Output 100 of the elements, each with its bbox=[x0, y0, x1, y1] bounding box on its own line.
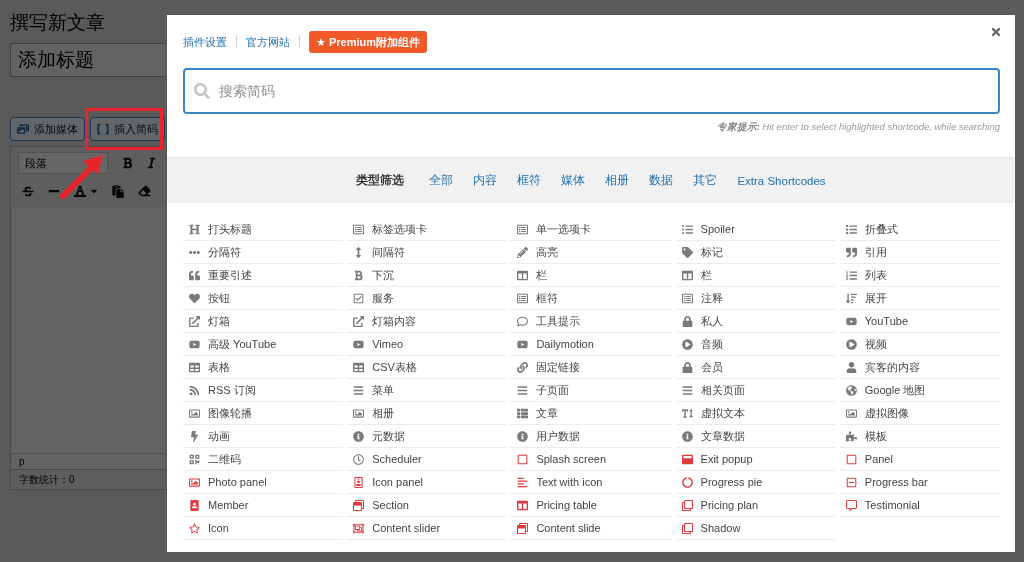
shortcode-item[interactable]: Content slider bbox=[347, 517, 508, 540]
shortcode-item[interactable]: 服务 bbox=[347, 287, 508, 310]
list-box-icon bbox=[517, 223, 529, 235]
shortcode-item[interactable]: 二维码 bbox=[183, 448, 344, 471]
header-link[interactable]: 插件设置 bbox=[183, 34, 227, 50]
shortcode-item[interactable]: 栏 bbox=[511, 264, 672, 287]
shortcode-item[interactable]: 元数据 bbox=[347, 425, 508, 448]
shortcode-item[interactable]: 灯箱内容 bbox=[347, 310, 508, 333]
shortcode-item[interactable]: 视频 bbox=[839, 333, 1000, 356]
shortcode-item[interactable]: 标签选项卡 bbox=[347, 218, 508, 241]
filter-link[interactable]: 全部 bbox=[429, 173, 454, 188]
shortcode-item[interactable]: 间隔符 bbox=[347, 241, 508, 264]
shortcode-item[interactable]: 灯箱 bbox=[183, 310, 344, 333]
shortcode-item[interactable]: Exit popup bbox=[675, 448, 836, 471]
text-color-icon[interactable] bbox=[74, 185, 86, 197]
shortcode-item[interactable]: Progress pie bbox=[675, 471, 836, 494]
shortcode-item[interactable]: Section bbox=[347, 494, 508, 517]
filter-link[interactable]: 内容 bbox=[473, 173, 498, 188]
shortcode-item[interactable]: 会员 bbox=[675, 356, 836, 379]
shortcode-item[interactable]: Panel bbox=[839, 448, 1000, 471]
image-icon bbox=[845, 407, 857, 419]
shortcode-item[interactable]: Icon panel bbox=[347, 471, 508, 494]
close-button[interactable] bbox=[990, 26, 1002, 38]
text-size-icon bbox=[681, 407, 693, 419]
word-count: 字数统计：0 bbox=[10, 470, 165, 490]
shortcode-item[interactable]: 菜单 bbox=[347, 379, 508, 402]
shortcode-item[interactable]: 音频 bbox=[675, 333, 836, 356]
shortcode-item[interactable]: 文章数据 bbox=[675, 425, 836, 448]
play-button-icon bbox=[845, 315, 857, 327]
shortcode-item[interactable]: 按钮 bbox=[183, 287, 344, 310]
id-badge-icon bbox=[353, 476, 365, 488]
filter-link[interactable]: 其它 bbox=[693, 173, 718, 188]
shortcode-item[interactable]: 相册 bbox=[347, 402, 508, 425]
shortcode-item[interactable]: CSV表格 bbox=[347, 356, 508, 379]
shortcode-item[interactable]: 模板 bbox=[839, 425, 1000, 448]
shortcode-item[interactable]: Progress bar bbox=[839, 471, 1000, 494]
shortcode-item[interactable]: 虚拟图像 bbox=[839, 402, 1000, 425]
shortcode-item[interactable]: 私人 bbox=[675, 310, 836, 333]
shortcode-item[interactable]: Google 地图 bbox=[839, 379, 1000, 402]
table-icon bbox=[353, 361, 365, 373]
shortcode-item[interactable]: Icon bbox=[183, 517, 344, 540]
strikethrough-icon[interactable] bbox=[22, 185, 34, 197]
shortcode-item[interactable]: 固定链接 bbox=[511, 356, 672, 379]
filter-link[interactable]: 媒体 bbox=[561, 173, 586, 188]
shortcode-item[interactable]: Photo panel bbox=[183, 471, 344, 494]
shortcode-item[interactable]: 重要引述 bbox=[183, 264, 344, 287]
shortcode-item[interactable]: 单一选项卡 bbox=[511, 218, 672, 241]
shortcode-item[interactable]: Text with icon bbox=[511, 471, 672, 494]
shortcode-item[interactable]: 展开 bbox=[839, 287, 1000, 310]
window-icon bbox=[681, 453, 693, 465]
list-icon bbox=[845, 223, 857, 235]
shortcode-item[interactable]: 分隔符 bbox=[183, 241, 344, 264]
filter-link[interactable]: Extra Shortcodes bbox=[737, 174, 826, 187]
header-link[interactable]: 官方网站 bbox=[246, 34, 290, 50]
shortcode-item[interactable]: Pricing plan bbox=[675, 494, 836, 517]
shortcode-item[interactable]: YouTube bbox=[839, 310, 1000, 333]
shortcode-item[interactable]: Content slide bbox=[511, 517, 672, 540]
bold-icon[interactable] bbox=[122, 157, 133, 169]
shortcode-item[interactable]: RSS 订阅 bbox=[183, 379, 344, 402]
shortcode-item[interactable]: Scheduler bbox=[347, 448, 508, 471]
numbered-list-icon bbox=[845, 269, 857, 281]
filter-link[interactable]: 数据 bbox=[649, 173, 674, 188]
shortcode-item[interactable]: Vimeo bbox=[347, 333, 508, 356]
filter-link[interactable]: 相册 bbox=[605, 173, 630, 188]
shortcode-item[interactable]: 表格 bbox=[183, 356, 344, 379]
shortcode-item[interactable]: Pricing table bbox=[511, 494, 672, 517]
shortcode-item[interactable]: 框符 bbox=[511, 287, 672, 310]
shortcode-item[interactable]: 高级 YouTube bbox=[183, 333, 344, 356]
shortcode-item[interactable]: 虚拟文本 bbox=[675, 402, 836, 425]
shortcode-item[interactable]: 高亮 bbox=[511, 241, 672, 264]
lock-icon bbox=[681, 315, 693, 327]
shortcode-item[interactable]: 注释 bbox=[675, 287, 836, 310]
shortcode-item[interactable]: Splash screen bbox=[511, 448, 672, 471]
clipboard-icon[interactable] bbox=[112, 184, 124, 198]
italic-icon[interactable] bbox=[147, 157, 156, 169]
shortcode-item[interactable]: 下沉 bbox=[347, 264, 508, 287]
shortcode-item[interactable]: 引用 bbox=[839, 241, 1000, 264]
shortcode-item[interactable]: Member bbox=[183, 494, 344, 517]
shortcode-item[interactable]: Spoiler bbox=[675, 218, 836, 241]
shortcode-item[interactable]: 子页面 bbox=[511, 379, 672, 402]
shortcode-item[interactable]: Testimonial bbox=[839, 494, 1000, 517]
shortcode-item[interactable]: 动画 bbox=[183, 425, 344, 448]
shortcode-item[interactable]: 宾客的内容 bbox=[839, 356, 1000, 379]
shortcode-item[interactable]: Shadow bbox=[675, 517, 836, 540]
title-field[interactable]: 添加标题 bbox=[10, 43, 165, 77]
shortcode-item[interactable]: 图像轮播 bbox=[183, 402, 344, 425]
shortcode-item[interactable]: 栏 bbox=[675, 264, 836, 287]
shortcode-item[interactable]: 相关页面 bbox=[675, 379, 836, 402]
shortcode-item[interactable]: Dailymotion bbox=[511, 333, 672, 356]
shortcode-item[interactable]: 用户数据 bbox=[511, 425, 672, 448]
shortcode-item[interactable]: 列表 bbox=[839, 264, 1000, 287]
search-field[interactable]: 搜索简码 bbox=[183, 68, 1000, 114]
shortcode-item[interactable]: 文章 bbox=[511, 402, 672, 425]
eraser-icon[interactable] bbox=[138, 185, 151, 197]
shortcode-item[interactable]: 标记 bbox=[675, 241, 836, 264]
shortcode-item[interactable]: 工具提示 bbox=[511, 310, 672, 333]
shortcode-item[interactable]: 打头标题 bbox=[183, 218, 344, 241]
filter-label: 类型筛选 bbox=[356, 173, 405, 188]
shortcode-item[interactable]: 折叠式 bbox=[839, 218, 1000, 241]
filter-link[interactable]: 框符 bbox=[517, 173, 542, 188]
